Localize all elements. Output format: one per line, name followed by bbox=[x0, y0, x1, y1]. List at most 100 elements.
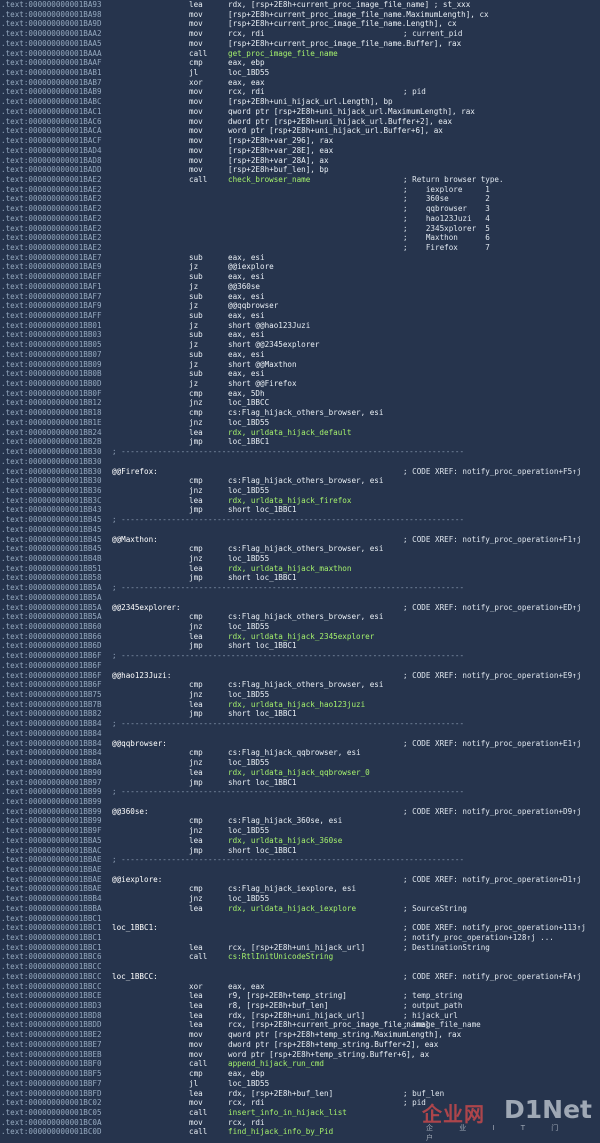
code-line[interactable]: .text:000000000001BB3C lea rdx, urldata_hi… bbox=[0, 496, 600, 506]
code-line[interactable]: .text:000000000001BB5A bbox=[0, 593, 600, 603]
code-line[interactable]: .text:000000000001BB75 jnz loc_1BD55 bbox=[0, 690, 600, 700]
code-line[interactable]: .text:000000000001BB58 jmp short loc_1BBC1 bbox=[0, 573, 600, 583]
code-line[interactable]: .text:000000000001BB12 jnz loc_1BBCC bbox=[0, 398, 600, 408]
code-line[interactable]: .text:000000000001BB45 bbox=[0, 525, 600, 535]
code-line[interactable]: .text:000000000001BB09 jz short @@Maxthon bbox=[0, 360, 600, 370]
code-line[interactable]: .text:000000000001BAE2 ; qqbrowser 3 bbox=[0, 204, 600, 214]
separator-line[interactable]: .text:000000000001BB99 ; ----------------… bbox=[0, 787, 600, 797]
code-line[interactable]: .text:000000000001BBF7 jl loc_1BD55 bbox=[0, 1079, 600, 1089]
label-line[interactable]: .text:000000000001BB5A @@2345explorer: ; C… bbox=[0, 603, 600, 613]
separator-line[interactable]: .text:000000000001BB30 ; ----------------… bbox=[0, 447, 600, 457]
code-line[interactable]: .text:000000000001BB8A jnz loc_1BD55 bbox=[0, 758, 600, 768]
label-line[interactable]: .text:000000000001BB6F @@hao123Juzi: ; COD… bbox=[0, 671, 600, 681]
code-line[interactable]: .text:000000000001BACA mov word ptr [rsp+2… bbox=[0, 126, 600, 136]
code-line[interactable]: .text:000000000001BAAA call get_proc_image… bbox=[0, 49, 600, 59]
code-line[interactable]: .text:000000000001BBF0 call append_hijack_… bbox=[0, 1059, 600, 1069]
code-line[interactable]: .text:000000000001BB0B sub eax, esi bbox=[0, 369, 600, 379]
label-line[interactable]: .text:000000000001BB45 @@Maxthon: ; CODE X… bbox=[0, 535, 600, 545]
code-line[interactable]: .text:000000000001BB07 sub eax, esi bbox=[0, 350, 600, 360]
code-line[interactable]: .text:000000000001BB6D jmp short loc_1BBC1 bbox=[0, 641, 600, 651]
code-line[interactable]: .text:000000000001BB99 bbox=[0, 797, 600, 807]
code-line[interactable]: .text:000000000001BAE2 ; Maxthon 6 bbox=[0, 233, 600, 243]
code-line[interactable]: .text:000000000001BAAF cmp eax, ebp bbox=[0, 58, 600, 68]
code-line[interactable]: .text:000000000001BB9F jnz loc_1BD55 bbox=[0, 826, 600, 836]
code-line[interactable]: .text:000000000001BB4B jnz loc_1BD55 bbox=[0, 554, 600, 564]
label-line[interactable]: .text:000000000001BBC1 loc_1BBC1: ; CODE X… bbox=[0, 923, 600, 933]
code-line[interactable]: .text:000000000001BB0F cmp eax, 5Dh bbox=[0, 389, 600, 399]
code-line[interactable]: .text:000000000001BB66 lea rdx, urldata_hi… bbox=[0, 632, 600, 642]
code-line[interactable]: .text:000000000001BB0D jz short @@Firefox bbox=[0, 379, 600, 389]
code-line[interactable]: .text:000000000001BAE2 ; Firefox 7 bbox=[0, 243, 600, 253]
code-line[interactable]: .text:000000000001BAF7 sub eax, esi bbox=[0, 292, 600, 302]
code-line[interactable]: .text:000000000001BAA2 mov rcx, rdi ; curre… bbox=[0, 29, 600, 39]
code-line[interactable]: .text:000000000001BBE2 mov qword ptr [rsp+… bbox=[0, 1030, 600, 1040]
code-line[interactable]: .text:000000000001BAB1 jl loc_1BD55 bbox=[0, 68, 600, 78]
code-line[interactable]: .text:000000000001BACF mov [rsp+2E8h+var_2… bbox=[0, 136, 600, 146]
label-line[interactable]: .text:000000000001BBCC loc_1BBCC: ; CODE X… bbox=[0, 972, 600, 982]
code-line[interactable]: .text:000000000001BB18 cmp cs:Flag_hijack_… bbox=[0, 408, 600, 418]
separator-line[interactable]: .text:000000000001BB6F ; ----------------… bbox=[0, 651, 600, 661]
code-line[interactable]: .text:000000000001BB30 bbox=[0, 457, 600, 467]
label-line[interactable]: .text:000000000001BB84 @@qqbrowser: ; CODE… bbox=[0, 739, 600, 749]
code-line[interactable]: .text:000000000001BB5A cmp cs:Flag_hijack_… bbox=[0, 612, 600, 622]
code-line[interactable]: .text:000000000001BBC1 ; notify_proc_oper… bbox=[0, 933, 600, 943]
code-line[interactable]: .text:000000000001BBEB mov word ptr [rsp+2… bbox=[0, 1050, 600, 1060]
code-line[interactable]: .text:000000000001BAE2 ; 2345xplorer 5 bbox=[0, 224, 600, 234]
code-line[interactable]: .text:000000000001BB30 cmp cs:Flag_hijack_… bbox=[0, 476, 600, 486]
label-line[interactable]: .text:000000000001BB99 @@360se: ; CODE XRE… bbox=[0, 807, 600, 817]
code-line[interactable]: .text:000000000001BBCC bbox=[0, 962, 600, 972]
code-line[interactable]: .text:000000000001BB84 cmp cs:Flag_hijack_… bbox=[0, 748, 600, 758]
code-line[interactable]: .text:000000000001BB6F cmp cs:Flag_hijack_… bbox=[0, 680, 600, 690]
separator-line[interactable]: .text:000000000001BBAE ; ----------------… bbox=[0, 855, 600, 865]
code-line[interactable]: .text:000000000001BBD8 lea rdx, [rsp+2E8h+… bbox=[0, 1011, 600, 1021]
code-line[interactable]: .text:000000000001BABC mov [rsp+2E8h+uni_h… bbox=[0, 97, 600, 107]
code-line[interactable]: .text:000000000001BAE7 sub eax, esi bbox=[0, 253, 600, 263]
separator-line[interactable]: .text:000000000001BB84 ; ----------------… bbox=[0, 719, 600, 729]
code-line[interactable]: .text:000000000001BB03 sub eax, esi bbox=[0, 330, 600, 340]
code-line[interactable]: .text:000000000001BB6F bbox=[0, 661, 600, 671]
code-line[interactable]: .text:000000000001BBA5 lea rdx, urldata_hi… bbox=[0, 836, 600, 846]
code-line[interactable]: .text:000000000001BB51 lea rdx, urldata_hi… bbox=[0, 564, 600, 574]
code-line[interactable]: .text:000000000001BB97 jmp short loc_1BBC1 bbox=[0, 778, 600, 788]
code-line[interactable]: .text:000000000001BAB9 mov rcx, rdi ; pid bbox=[0, 87, 600, 97]
code-line[interactable]: .text:000000000001BB01 jz short @@hao123Ju… bbox=[0, 321, 600, 331]
code-line[interactable]: .text:000000000001BB05 jz short @@2345expl… bbox=[0, 340, 600, 350]
code-line[interactable]: .text:000000000001BBAE bbox=[0, 865, 600, 875]
code-line[interactable]: .text:000000000001BA9D mov [rsp+2E8h+curre… bbox=[0, 19, 600, 29]
code-line[interactable]: .text:000000000001BAFF sub eax, esi bbox=[0, 311, 600, 321]
code-line[interactable]: .text:000000000001BBAC jmp short loc_1BBC1 bbox=[0, 846, 600, 856]
code-line[interactable]: .text:000000000001BBBA lea rdx, urldata_hi… bbox=[0, 904, 600, 914]
code-line[interactable]: .text:000000000001BBB4 jnz loc_1BD55 bbox=[0, 894, 600, 904]
code-line[interactable]: .text:000000000001BBAE cmp cs:Flag_hijack_… bbox=[0, 884, 600, 894]
separator-line[interactable]: .text:000000000001BB5A ; ----------------… bbox=[0, 583, 600, 593]
code-line[interactable]: .text:000000000001BA93 lea rdx, [rsp+2E8h+… bbox=[0, 0, 600, 10]
code-line[interactable]: .text:000000000001BAB7 xor eax, eax bbox=[0, 78, 600, 88]
code-line[interactable]: .text:000000000001BAA5 mov [rsp+2E8h+curre… bbox=[0, 39, 600, 49]
code-line[interactable]: .text:000000000001BB24 lea rdx, urldata_hi… bbox=[0, 428, 600, 438]
code-line[interactable]: .text:000000000001BBCE lea r9, [rsp+2E8h+t… bbox=[0, 991, 600, 1001]
code-line[interactable]: .text:000000000001BB36 jnz loc_1BD55 bbox=[0, 486, 600, 496]
code-line[interactable]: .text:000000000001BBCC xor eax, eax bbox=[0, 982, 600, 992]
code-line[interactable]: .text:000000000001BB2B jmp loc_1BBC1 bbox=[0, 437, 600, 447]
code-line[interactable]: .text:000000000001BBC1 bbox=[0, 914, 600, 924]
code-line[interactable]: .text:000000000001BAE9 jz @@iexplore bbox=[0, 262, 600, 272]
code-line[interactable]: .text:000000000001BB90 lea rdx, urldata_hi… bbox=[0, 768, 600, 778]
code-line[interactable]: .text:000000000001BAC6 mov dword ptr [rsp+… bbox=[0, 117, 600, 127]
code-line[interactable]: .text:000000000001BAE2 ; hao123Juzi 4 bbox=[0, 214, 600, 224]
code-line[interactable]: .text:000000000001BAEF sub eax, esi bbox=[0, 272, 600, 282]
label-line[interactable]: .text:000000000001BB30 @@Firefox: ; CODE X… bbox=[0, 467, 600, 477]
code-line[interactable]: .text:000000000001BB7B lea rdx, urldata_hi… bbox=[0, 700, 600, 710]
code-line[interactable]: .text:000000000001BBC6 call cs:RtlInitUnic… bbox=[0, 952, 600, 962]
code-line[interactable]: .text:000000000001BA98 mov [rsp+2E8h+curre… bbox=[0, 10, 600, 20]
code-line[interactable]: .text:000000000001BAC1 mov qword ptr [rsp+… bbox=[0, 107, 600, 117]
code-line[interactable]: .text:000000000001BB1E jnz loc_1BD55 bbox=[0, 418, 600, 428]
code-line[interactable]: .text:000000000001BB60 jnz loc_1BD55 bbox=[0, 622, 600, 632]
code-line[interactable]: .text:000000000001BBF5 cmp eax, ebp bbox=[0, 1069, 600, 1079]
code-line[interactable]: .text:000000000001BBDD lea rcx, [rsp+2E8h+… bbox=[0, 1020, 600, 1030]
code-line[interactable]: .text:000000000001BB99 cmp cs:Flag_hijack_… bbox=[0, 816, 600, 826]
code-line[interactable]: .text:000000000001BB43 jmp short loc_1BBC1 bbox=[0, 505, 600, 515]
code-line[interactable]: .text:000000000001BB84 bbox=[0, 729, 600, 739]
separator-line[interactable]: .text:000000000001BB45 ; ----------------… bbox=[0, 515, 600, 525]
code-line[interactable]: .text:000000000001BAE2 call check_browser_… bbox=[0, 175, 600, 185]
code-line[interactable]: .text:000000000001BAF9 jz @@qqbrowser bbox=[0, 301, 600, 311]
